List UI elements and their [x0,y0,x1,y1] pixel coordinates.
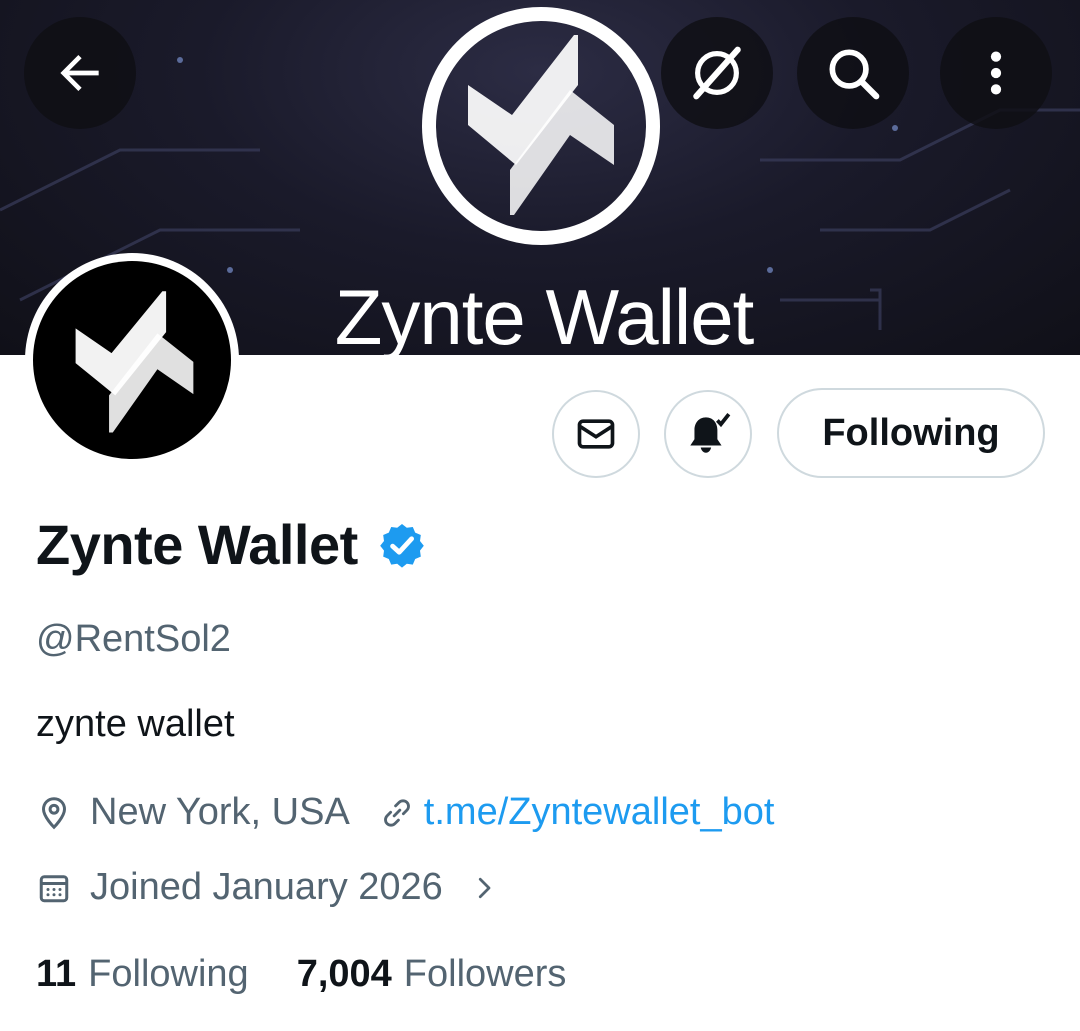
following-button[interactable]: Following [777,388,1045,478]
chevron-right-icon [469,873,499,903]
followers-stat[interactable]: 7,004 Followers [297,953,567,996]
envelope-icon [577,419,615,449]
avatar[interactable] [25,253,239,467]
following-count: 11 [36,953,77,995]
profile-handle: @RentSol2 [36,618,231,660]
search-icon [829,49,880,100]
profile-joined-row[interactable]: Joined January 2026 [36,866,517,909]
grok-button[interactable] [661,17,773,129]
message-button[interactable] [552,390,640,478]
display-name: Zynte Wallet [36,513,358,576]
profile-joined-date: Joined January 2026 [90,866,443,908]
search-button[interactable] [797,17,909,129]
following-label: Following [88,953,249,995]
banner-logo [422,7,660,245]
avatar-image [33,261,231,459]
location-pin-icon [36,795,72,831]
profile-location: New York, USA [90,791,350,833]
calendar-icon [36,870,72,906]
following-stat[interactable]: 11 Following [36,953,249,996]
profile-name-row: Zynte Wallet [36,512,426,577]
notifications-button[interactable] [664,390,752,478]
verified-badge-icon[interactable] [378,521,426,569]
grok-icon [693,46,741,100]
followers-count: 7,004 [296,953,392,995]
profile-meta-row: New York, USA t.me/Zyntewallet_bot [36,791,774,834]
arrow-left-icon [60,55,99,91]
profile-stats: 11 Following 7,004 Followers [36,953,566,996]
followers-label: Followers [403,953,567,995]
more-vertical-icon [990,51,1002,95]
back-button[interactable] [24,17,136,129]
profile-bio: zynte wallet [36,703,235,745]
avatar-logo [75,291,194,433]
link-icon [380,796,414,830]
more-button[interactable] [940,17,1052,129]
profile-website-link[interactable]: t.me/Zyntewallet_bot [424,791,775,834]
bell-check-icon [690,413,731,453]
